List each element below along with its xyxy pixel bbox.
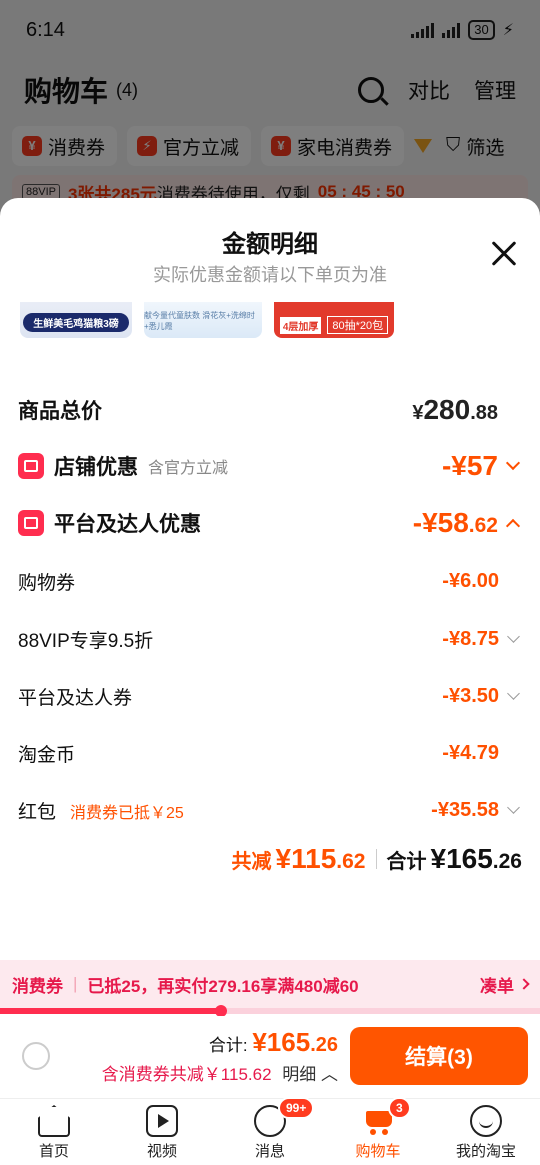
close-icon[interactable] [490, 240, 518, 268]
divider [375, 849, 377, 869]
shop-discount-value: -¥57 [441, 450, 498, 481]
shop-discount-note: 含官方立减 [148, 460, 229, 477]
chevron-up-icon: ︿ [321, 1065, 338, 1084]
product-thumbnail: 生鲜美毛鸡猫粮3磅 [20, 302, 132, 338]
goods-total-row: 商品总价 ¥280.88 [18, 394, 522, 426]
platform-discount-row[interactable]: 平台及达人优惠 -¥58.62 [18, 507, 522, 539]
bottom-tab-bar: 首页 视频 99+ 消息 3 购物车 我的淘宝 [0, 1097, 540, 1165]
detail-item-row: 淘金币 -¥4.79 [18, 740, 522, 767]
chevron-down-icon [507, 801, 520, 814]
checkout-summary: 合计: ¥165.26 含消费券共减￥115.62 明细 ︿ [50, 1027, 350, 1085]
checkout-button[interactable]: 结算(3) [350, 1027, 528, 1085]
detail-item-row: 购物券 -¥6.00 [18, 568, 522, 595]
shop-icon [18, 453, 44, 479]
checkout-total: 合计: ¥165.26 [208, 1027, 338, 1057]
add-items-link[interactable]: 凑单 [480, 972, 514, 997]
home-icon [38, 1105, 70, 1137]
video-icon [146, 1105, 178, 1137]
sheet-subtitle: 实际优惠金额请以下单页为准 [153, 265, 387, 285]
product-thumbnails: 生鲜美毛鸡猫粮3磅 献今量代童肤数 滑花灰+洗绵时+悉儿霞 4层加厚 80抽*20… [20, 302, 520, 338]
total-value: ¥165.26 [430, 843, 523, 874]
smile-icon [470, 1105, 502, 1137]
chevron-down-icon [505, 455, 521, 471]
detail-item-value: -¥6.00 [442, 570, 499, 592]
total-label: 合计 [386, 851, 427, 873]
chevron-down-icon [507, 687, 520, 700]
chevron-up-icon [505, 518, 521, 534]
tab-my-taobao[interactable]: 我的淘宝 [432, 1099, 540, 1165]
product-thumbnail: 献今量代童肤数 滑花灰+洗绵时+悉儿霞 [144, 302, 262, 338]
coupon-progress [0, 1005, 540, 1017]
detail-item-label: 平台及达人券 [18, 688, 133, 709]
detail-item-label: 淘金币 [18, 745, 76, 766]
tab-video[interactable]: 视频 [108, 1099, 216, 1165]
saved-value: ¥115.62 [275, 843, 366, 874]
tab-messages[interactable]: 99+ 消息 [216, 1097, 324, 1165]
platform-icon [18, 510, 44, 536]
tab-cart[interactable]: 3 购物车 [324, 1097, 432, 1165]
detail-toggle[interactable]: 明细 ︿ [282, 1065, 338, 1084]
chevron-right-icon[interactable] [518, 978, 530, 990]
shop-discount-label: 店铺优惠 [54, 456, 138, 479]
detail-item-note: 消费券已抵￥25 [70, 804, 184, 822]
detail-item-label: 红包 [18, 802, 57, 823]
goods-total-value: ¥280.88 [412, 394, 498, 425]
checkout-bar: 合计: ¥165.26 含消费券共减￥115.62 明细 ︿ 结算(3) [0, 1016, 540, 1096]
detail-item-label: 88VIP专享9.5折 [18, 631, 154, 652]
product-thumbnail: 4层加厚 80抽*20包 [274, 302, 394, 338]
detail-item-row[interactable]: 平台及达人券 -¥3.50 [18, 683, 522, 710]
platform-discount-label: 平台及达人优惠 [54, 513, 201, 536]
cart-badge: 3 [388, 1097, 411, 1119]
detail-item-row[interactable]: 88VIP专享9.5折 -¥8.75 [18, 626, 522, 653]
select-all-checkbox[interactable] [22, 1042, 50, 1070]
coupon-progress-bar: 消费券 | 已抵25，再实付279.16享满480减60 凑单 [0, 960, 540, 1008]
tab-home[interactable]: 首页 [0, 1099, 108, 1165]
detail-item-value: -¥3.50 [442, 685, 499, 707]
detail-item-value: -¥4.79 [442, 742, 499, 764]
coupon-bar-text: 已抵25，再实付279.16享满480减60 [87, 976, 359, 996]
sheet-title: 金额明细 [222, 231, 318, 258]
sheet-summary: 共减 ¥115.62 合计 ¥165.26 [0, 843, 522, 875]
coupon-bar-label: 消费券 [12, 976, 63, 996]
shop-discount-row[interactable]: 店铺优惠 含官方立减 -¥57 [18, 450, 522, 482]
detail-item-value: -¥8.75 [442, 628, 499, 650]
progress-fill [0, 1008, 222, 1014]
saved-label: 共减 [231, 851, 272, 873]
checkout-discount[interactable]: 含消费券共减￥115.62 明细 ︿ [50, 1060, 338, 1085]
detail-item-value: -¥35.58 [431, 799, 499, 821]
goods-total-label: 商品总价 [18, 400, 102, 423]
detail-item-label: 购物券 [18, 573, 76, 594]
platform-discount-value: -¥58.62 [412, 507, 498, 538]
message-badge: 99+ [278, 1097, 315, 1119]
detail-item-row[interactable]: 红包 消费券已抵￥25 -¥35.58 [18, 797, 522, 824]
chevron-down-icon [507, 630, 520, 643]
